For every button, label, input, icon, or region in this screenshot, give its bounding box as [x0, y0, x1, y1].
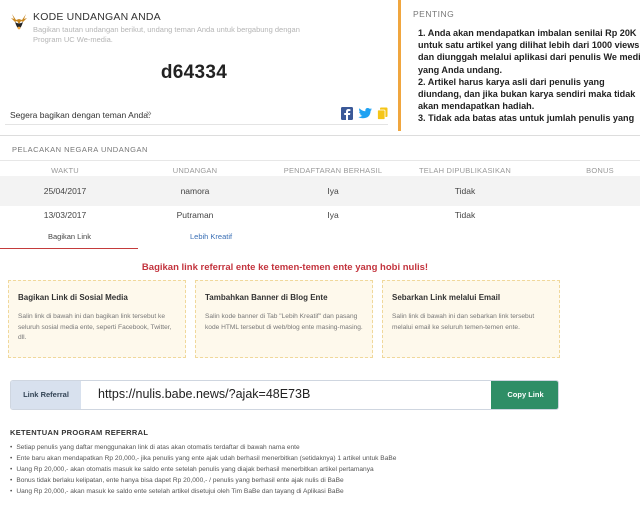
notice-body: 1. Anda akan mendapatkan imbalan senilai… [418, 28, 640, 124]
active-tab-indicator [0, 248, 138, 249]
invite-code-card: KODE UNDANGAN ANDA Bagikan tautan undang… [0, 0, 388, 128]
option-text: Salin link di bawah ini dan sebarkan lin… [392, 313, 535, 331]
list-item: Uang Rp 20,000,- akan otomatis masuk ke … [10, 464, 396, 475]
invite-title: KODE UNDANGAN ANDA [33, 11, 161, 23]
share-option-social-media: Bagikan Link di Sosial Media Salin link … [8, 280, 186, 358]
invite-tracking-section: PELACAKAN NEGARA UNDANGAN WAKTU UNDANGAN… [0, 132, 640, 227]
referral-link-input[interactable]: https://nulis.babe.news/?ajak=48E73B [98, 387, 310, 401]
table-cell-time: 25/04/2017 [43, 186, 87, 196]
option-text: Salin link di bawah ini dan bagikan link… [18, 313, 172, 341]
referral-link-field: Link Referral https://nulis.babe.news/?a… [10, 380, 559, 410]
divider [0, 160, 640, 161]
option-title: Sebarkan Link melalui Email [392, 293, 501, 302]
tab-share-link[interactable]: Bagikan Link [48, 232, 91, 241]
option-text: Salin kode banner di Tab "Lebih Kreatif"… [205, 313, 363, 331]
chevron-right-icon[interactable]: » [146, 108, 151, 119]
column-header-bonus: BONUS [586, 166, 614, 175]
divider [0, 135, 640, 136]
option-title: Tambahkan Banner di Blog Ente [205, 293, 328, 302]
table-cell-invite: Putraman [176, 210, 214, 220]
copy-icon[interactable] [377, 107, 388, 120]
column-header-invite: UNDANGAN [172, 166, 218, 175]
panel-headline: Bagikan link referral ente ke temen-teme… [141, 262, 429, 273]
column-header-published: TELAH DIPUBLIKASIKAN [419, 166, 511, 175]
list-item: Ente baru akan mendapatkan Rp 20,000,- j… [10, 453, 396, 464]
table-cell-registered: Iya [327, 210, 339, 220]
share-prompt: Segera bagikan dengan teman Anda. [10, 110, 151, 120]
notice-title: PENTING [413, 9, 455, 19]
invite-description: Bagikan tautan undangan berikut, undang … [33, 25, 300, 44]
copy-link-button[interactable]: Copy Link [491, 381, 558, 409]
referral-label: Link Referral [11, 381, 81, 409]
option-title: Bagikan Link di Sosial Media [18, 293, 128, 302]
table-cell-published: Tidak [454, 210, 476, 220]
facebook-icon[interactable] [341, 107, 353, 120]
column-header-time: WAKTU [51, 166, 79, 175]
column-header-registered: PENDAFTARAN BERHASIL [283, 166, 383, 175]
list-item: Uang Rp 20,000,- akan masuk ke saldo ent… [10, 486, 396, 497]
invite-code: d64334 [160, 62, 228, 83]
table-cell-published: Tidak [454, 186, 476, 196]
table-cell-invite: namora [180, 186, 210, 196]
tracking-title: PELACAKAN NEGARA UNDANGAN [12, 145, 148, 154]
important-notice-card: PENTING 1. Anda akan mendapatkan imbalan… [398, 0, 640, 131]
table-cell-time: 13/03/2017 [43, 210, 87, 220]
list-item: Setiap penulis yang daftar menggunakan l… [10, 442, 396, 453]
tab-more-creative[interactable]: Lebih Kreatif [190, 232, 232, 241]
terms-list: Setiap penulis yang daftar menggunakan l… [10, 442, 396, 497]
table-cell-registered: Iya [327, 186, 339, 196]
list-item: Bonus tidak berlaku kelipatan, ente hany… [10, 475, 396, 486]
deer-logo-icon [11, 14, 27, 30]
twitter-icon[interactable] [358, 107, 372, 120]
terms-title: KETENTUAN PROGRAM REFERRAL [10, 428, 149, 437]
share-option-email: Sebarkan Link melalui Email Salin link d… [382, 280, 560, 358]
share-option-blog-banner: Tambahkan Banner di Blog Ente Salin kode… [195, 280, 373, 358]
divider [5, 124, 388, 125]
